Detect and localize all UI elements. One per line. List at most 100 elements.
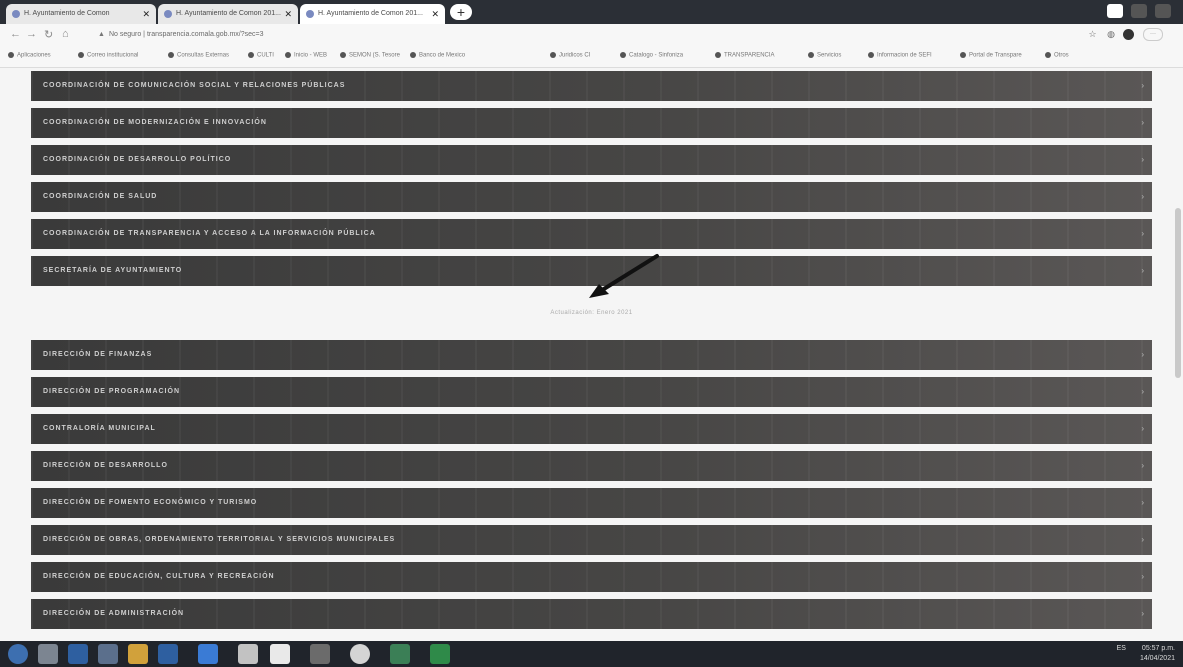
chevron-right-icon: › — [1141, 118, 1144, 127]
chevron-right-icon: › — [1141, 350, 1144, 359]
close-window-icon[interactable] — [1155, 4, 1171, 18]
accordion-item[interactable]: COORDINACIÓN DE DESARROLLO POLÍTICO › — [31, 145, 1152, 175]
bookmark-item[interactable]: SEMON (S. Tesore — [340, 52, 400, 59]
app-icon[interactable] — [38, 644, 58, 664]
ie-icon[interactable] — [198, 644, 218, 664]
chevron-right-icon: › — [1141, 155, 1144, 164]
bookmark-item[interactable]: Catalogo - Sinfoniza — [620, 52, 683, 59]
minimize-icon[interactable] — [1131, 4, 1147, 18]
browser-tab[interactable]: H. Ayuntamiento de Comon 201... ✕ — [158, 4, 298, 24]
close-icon[interactable]: ✕ — [431, 4, 439, 24]
bookmarks-bar: Aplicaciones Correo institucional Consul… — [0, 46, 1183, 68]
chevron-right-icon: › — [1141, 266, 1144, 275]
bookmark-icon — [550, 52, 556, 58]
app-icon[interactable] — [390, 644, 410, 664]
last-updated-text: Actualización: Enero 2021 — [550, 310, 633, 316]
arrow-annotation-icon — [589, 254, 659, 298]
chevron-right-icon: › — [1141, 229, 1144, 238]
bookmark-icon — [868, 52, 874, 58]
accordion-item[interactable]: COORDINACIÓN DE TRANSPARENCIA Y ACCESO A… — [31, 219, 1152, 249]
accordion-item[interactable]: DIRECCIÓN DE OBRAS, ORDENAMIENTO TERRITO… — [31, 525, 1152, 555]
bookmark-icon — [960, 52, 966, 58]
favicon-icon — [12, 10, 20, 18]
start-button-icon[interactable] — [8, 644, 28, 664]
bookmark-item[interactable]: Servicios — [808, 52, 841, 59]
bookmark-item[interactable]: TRANSPARENCIA — [715, 52, 775, 59]
system-tray: ES 05:57 p.m. 14/04/2021 — [1117, 644, 1175, 664]
url-field[interactable]: ▲ No seguro | transparencia.comala.gob.mx… — [98, 28, 264, 42]
chevron-right-icon: › — [1141, 498, 1144, 507]
bookmark-icon — [410, 52, 416, 58]
excel-icon[interactable] — [430, 644, 450, 664]
bookmark-item[interactable]: Banco de Mexico — [410, 52, 465, 59]
transparency-page: COORDINACIÓN DE COMUNICACIÓN SOCIAL Y RE… — [0, 68, 1183, 641]
favicon-icon — [164, 10, 172, 18]
bookmark-icon — [248, 52, 254, 58]
app-icon[interactable] — [158, 644, 178, 664]
accordion-item[interactable]: DIRECCIÓN DE DESARROLLO › — [31, 451, 1152, 481]
chevron-right-icon: › — [1141, 609, 1144, 618]
bookmark-item[interactable]: Aplicaciones — [8, 52, 51, 59]
accordion-item[interactable]: DIRECCIÓN DE ADMINISTRACIÓN › — [31, 599, 1152, 629]
os-taskbar: ES 05:57 p.m. 14/04/2021 — [0, 641, 1183, 667]
extension-icon[interactable]: ◍ — [1107, 29, 1115, 39]
new-tab-button[interactable]: + — [450, 4, 472, 20]
app-icon[interactable] — [68, 644, 88, 664]
scrollbar-thumb[interactable] — [1175, 208, 1181, 378]
address-actions: ☆ ◍ ··· — [1089, 28, 1163, 41]
word-icon[interactable] — [270, 644, 290, 664]
app-icon[interactable] — [238, 644, 258, 664]
chevron-right-icon: › — [1141, 387, 1144, 396]
folder-icon — [1045, 52, 1051, 58]
accordion-item[interactable]: DIRECCIÓN DE FOMENTO ECONÓMICO Y TURISMO… — [31, 488, 1152, 518]
favicon-icon — [306, 10, 314, 18]
bookmark-item[interactable]: Juridicos CI — [550, 52, 590, 59]
menu-pill[interactable]: ··· — [1143, 28, 1163, 41]
profile-icon[interactable] — [1107, 4, 1123, 18]
lock-icon[interactable]: ▲ — [98, 31, 105, 38]
bookmark-item[interactable]: CULTI — [248, 52, 274, 59]
chevron-right-icon: › — [1141, 572, 1144, 581]
app-icon[interactable] — [310, 644, 330, 664]
accordion-item[interactable]: DIRECCIÓN DE PROGRAMACIÓN › — [31, 377, 1152, 407]
language-indicator[interactable]: ES — [1117, 645, 1126, 652]
star-icon[interactable]: ☆ — [1089, 29, 1097, 39]
address-bar: ← → ↻ ⌂ ▲ No seguro | transparencia.comal… — [0, 24, 1183, 46]
bookmark-item[interactable]: Correo institucional — [78, 52, 138, 59]
bookmark-item[interactable]: Portal de Transpare — [960, 52, 1022, 59]
chevron-right-icon: › — [1141, 535, 1144, 544]
chevron-right-icon: › — [1141, 461, 1144, 470]
close-icon[interactable]: ✕ — [142, 4, 150, 24]
accordion-item[interactable]: COORDINACIÓN DE COMUNICACIÓN SOCIAL Y RE… — [31, 71, 1152, 101]
bookmark-item[interactable]: Consultas Externas — [168, 52, 229, 59]
apps-icon — [8, 52, 14, 58]
chrome-icon[interactable] — [350, 644, 370, 664]
reload-icon[interactable]: ↻ — [44, 28, 53, 41]
app-icon[interactable] — [98, 644, 118, 664]
bookmark-item[interactable]: Otros — [1045, 52, 1069, 59]
bookmark-icon — [340, 52, 346, 58]
bookmark-icon — [620, 52, 626, 58]
accordion-item[interactable]: CONTRALORÍA MUNICIPAL › — [31, 414, 1152, 444]
bookmark-item[interactable]: Inicio - WEB — [285, 52, 327, 59]
clock-time[interactable]: 05:57 p.m. — [1142, 645, 1175, 652]
chevron-right-icon: › — [1141, 81, 1144, 90]
forward-icon[interactable]: → — [26, 28, 37, 40]
bookmark-icon — [808, 52, 814, 58]
browser-tab-active[interactable]: H. Ayuntamiento de Comon 201... ✕ — [300, 4, 445, 24]
back-icon[interactable]: ← — [10, 28, 21, 40]
folder-icon[interactable] — [128, 644, 148, 664]
bookmark-icon — [715, 52, 721, 58]
browser-tab-bar: H. Ayuntamiento de Comon ✕ H. Ayuntamien… — [0, 0, 1183, 24]
bookmark-item[interactable]: Informacion de SEFI — [868, 52, 932, 59]
home-icon[interactable]: ⌂ — [62, 28, 69, 40]
accordion-item[interactable]: DIRECCIÓN DE EDUCACIÓN, CULTURA Y RECREA… — [31, 562, 1152, 592]
chevron-right-icon: › — [1141, 424, 1144, 433]
accordion-item[interactable]: COORDINACIÓN DE SALUD › — [31, 182, 1152, 212]
accordion-item[interactable]: COORDINACIÓN DE MODERNIZACIÓN E INNOVACI… — [31, 108, 1152, 138]
close-icon[interactable]: ✕ — [284, 4, 292, 24]
avatar[interactable] — [1123, 29, 1135, 40]
browser-tab[interactable]: H. Ayuntamiento de Comon ✕ — [6, 4, 156, 24]
bookmark-icon — [285, 52, 291, 58]
accordion-item[interactable]: DIRECCIÓN DE FINANZAS › — [31, 340, 1152, 370]
